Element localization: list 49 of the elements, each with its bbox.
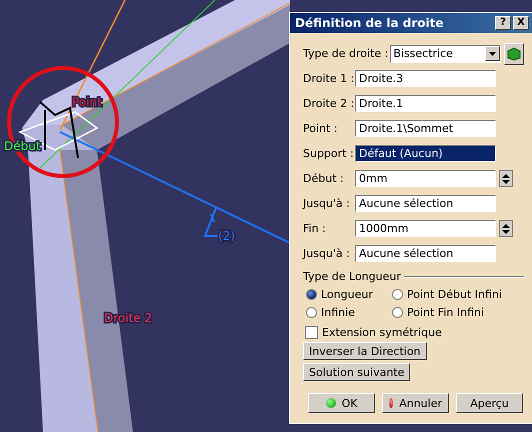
field-label: Droite 2 :	[303, 97, 355, 110]
input-field[interactable]: Droite.3	[355, 70, 496, 87]
field-label: Type de droite :	[303, 47, 388, 60]
dropdown-button[interactable]	[484, 46, 500, 61]
spinner-arrows-icon	[502, 222, 510, 234]
field-label: Droite 1 :	[303, 72, 355, 85]
checkbox-option[interactable]: Extension symétrique	[303, 326, 524, 339]
input-field[interactable]: 1000mm	[355, 220, 496, 237]
canvas-label: Droite 2	[104, 311, 152, 325]
field-label: Début :	[303, 172, 345, 185]
checkbox-label: Extension symétrique	[322, 326, 442, 339]
input-field[interactable]: 0mm	[355, 170, 496, 187]
status-ball-icon	[326, 398, 336, 408]
radio-label: Infinie	[321, 306, 355, 319]
help-button[interactable]: ?	[495, 16, 511, 30]
input-field[interactable]: Aucune sélection	[355, 195, 496, 212]
caret-icon	[488, 52, 496, 56]
input-field[interactable]: Droite.1	[355, 95, 496, 112]
field-label: Point :	[303, 122, 339, 135]
ok-button[interactable]: OK	[308, 393, 375, 413]
close-button[interactable]: X	[513, 16, 529, 30]
field-label: Support :	[303, 147, 355, 160]
spinner-arrows-icon	[502, 172, 510, 184]
action-button[interactable]: Inverser la Direction	[303, 342, 427, 360]
tool-button[interactable]	[504, 42, 524, 64]
window-title: Définition de la droite	[295, 16, 444, 30]
cancel-button[interactable]: Annuler	[382, 393, 449, 413]
radio-option[interactable]: Point Fin Infini	[392, 306, 524, 319]
field-label: Jusqu'à :	[303, 247, 351, 260]
radio-option[interactable]: Point Début Infini	[392, 288, 524, 301]
type-dropdown[interactable]: Bissectrice	[390, 44, 501, 62]
group-title: Type de Longueur	[303, 270, 401, 283]
radio-label: Point Fin Infini	[407, 306, 484, 319]
field-label: Jusqu'à :	[303, 197, 351, 210]
canvas-label: (2)	[218, 229, 235, 243]
angle-constraint-icon	[204, 207, 219, 237]
radio-option[interactable]: Infinie	[306, 306, 392, 319]
status-ball-icon	[389, 398, 394, 408]
field-label: Fin :	[303, 222, 327, 235]
spinner-button[interactable]	[499, 170, 513, 187]
input-field[interactable]: Défaut (Aucun)	[355, 145, 496, 162]
input-field[interactable]: Aucune sélection	[355, 245, 496, 262]
radio-label: Point Début Infini	[407, 288, 502, 301]
input-field[interactable]: Droite.1\Sommet	[355, 120, 496, 137]
action-button[interactable]: Solution suivante	[303, 363, 410, 381]
radio-label: Longueur	[321, 288, 373, 301]
preview-button[interactable]: Aperçu	[456, 393, 523, 413]
spinner-button[interactable]	[499, 220, 513, 237]
radio-option[interactable]: Longueur	[306, 288, 392, 301]
